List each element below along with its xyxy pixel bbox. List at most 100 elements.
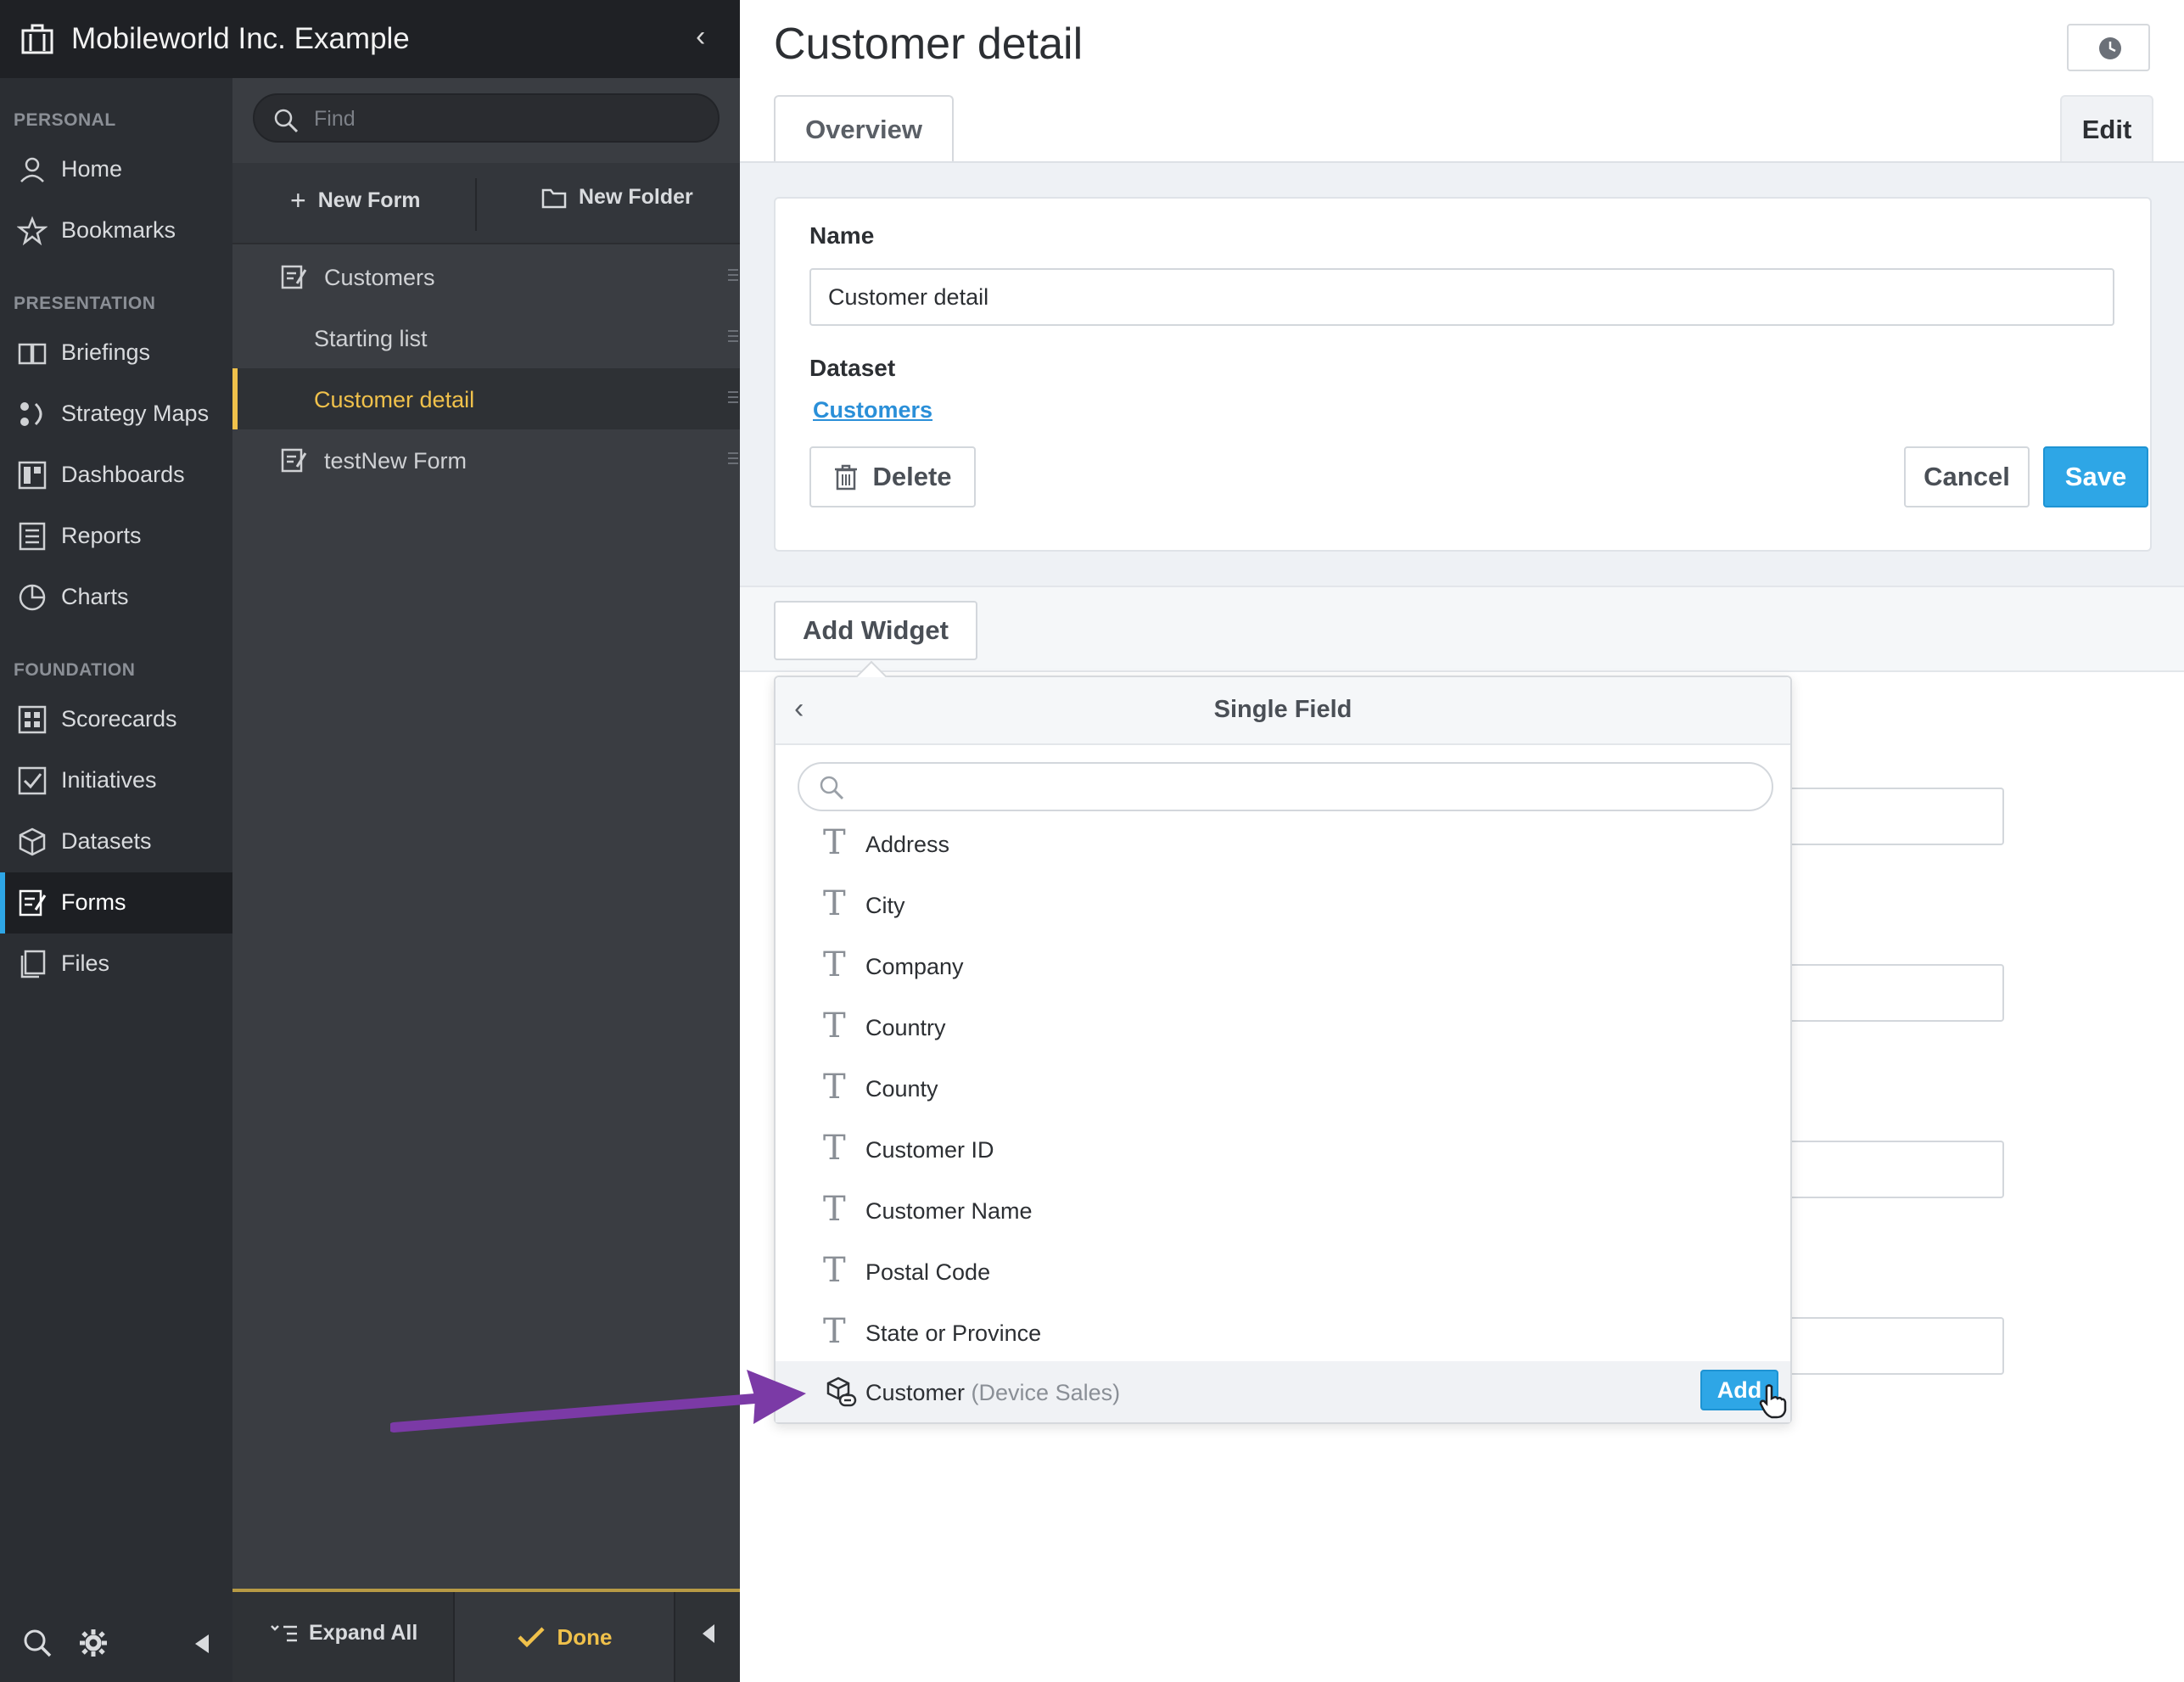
book-icon: [18, 343, 47, 365]
star-icon: [17, 216, 48, 246]
org-header: Mobileworld Inc. Example ‹: [0, 0, 740, 78]
field-item-company[interactable]: T Company: [776, 935, 1790, 996]
nav-item-label: Briefings: [61, 339, 151, 365]
tree-item-starting-list[interactable]: Starting list: [232, 307, 740, 368]
clock-icon: [2099, 37, 2121, 59]
main-nav: PERSONAL Home Bookmarks PRESENTATION Bri…: [0, 0, 232, 1682]
save-button[interactable]: Save: [2043, 446, 2148, 507]
field-item-label: Postal Code: [865, 1259, 991, 1285]
field-search-input[interactable]: [854, 771, 1753, 805]
nav-item-label: Bookmarks: [61, 217, 176, 243]
field-item-customer-related[interactable]: Customer (Device Sales): [776, 1361, 1790, 1422]
tab-edit[interactable]: Edit: [2060, 95, 2153, 163]
toolbar-divider: [475, 178, 477, 231]
nav-item-scorecards[interactable]: Scorecards: [0, 689, 232, 750]
single-field-popover: ‹ Single Field T Address T City T Compan…: [774, 676, 1792, 1424]
field-item-label: Company: [865, 954, 964, 979]
delete-button[interactable]: Delete: [809, 446, 976, 507]
nav-item-forms[interactable]: Forms: [0, 872, 232, 934]
nav-item-reports[interactable]: Reports: [0, 506, 232, 567]
text-type-icon: T: [823, 945, 846, 984]
tree-item-label: Customer detail: [314, 387, 475, 412]
nav-item-dashboards[interactable]: Dashboards: [0, 445, 232, 506]
drag-handle-icon[interactable]: [728, 387, 738, 407]
nav-section-personal: PERSONAL: [14, 110, 116, 130]
text-type-icon: T: [823, 884, 846, 923]
field-item-label: Customer (Device Sales): [865, 1380, 1120, 1406]
widget-input[interactable]: [1792, 1317, 2004, 1375]
dataset-link[interactable]: Customers: [813, 397, 932, 423]
popover-header: ‹ Single Field: [776, 677, 1790, 745]
add-widget-button[interactable]: Add Widget: [774, 601, 977, 660]
field-item-label: State or Province: [865, 1320, 1042, 1346]
collapse-panel-icon[interactable]: [701, 1623, 716, 1645]
field-item-customer-name[interactable]: T Customer Name: [776, 1180, 1790, 1241]
widget-input[interactable]: [1792, 964, 2004, 1022]
new-folder-button[interactable]: New Folder: [541, 185, 693, 210]
nav-item-label: Datasets: [61, 828, 152, 854]
nav-item-briefings[interactable]: Briefings: [0, 322, 232, 384]
popover-title: Single Field: [1213, 696, 1352, 723]
nav-item-label: Strategy Maps: [61, 401, 210, 426]
widget-input[interactable]: [1792, 1141, 2004, 1198]
tree-item-customer-detail[interactable]: Customer detail: [232, 368, 740, 429]
field-item-county[interactable]: T County: [776, 1057, 1790, 1119]
name-input[interactable]: [809, 268, 2114, 326]
gear-icon[interactable]: [78, 1628, 109, 1658]
drag-handle-icon[interactable]: [728, 448, 738, 468]
field-item-customer-id[interactable]: T Customer ID: [776, 1119, 1790, 1180]
related-dataset-name: (Device Sales): [971, 1380, 1121, 1405]
done-button[interactable]: Done: [453, 1592, 675, 1682]
name-label: Name: [809, 222, 875, 249]
widget-input[interactable]: [1792, 788, 2004, 845]
history-button[interactable]: [2067, 24, 2150, 71]
nav-item-home[interactable]: Home: [0, 139, 232, 200]
report-icon: [19, 522, 46, 551]
plus-icon: +: [290, 185, 306, 216]
main-content: Customer detail Overview Edit Name Datas…: [740, 0, 2184, 1682]
nav-item-charts[interactable]: Charts: [0, 567, 232, 628]
folder-icon: [541, 188, 567, 208]
field-item-state-or-province[interactable]: T State or Province: [776, 1302, 1790, 1363]
delete-label: Delete: [872, 462, 952, 491]
org-name: Mobileworld Inc. Example: [71, 22, 410, 55]
briefcase-icon: [21, 24, 53, 54]
text-type-icon: T: [823, 1312, 846, 1351]
nav-item-label: Scorecards: [61, 706, 177, 732]
drag-handle-icon[interactable]: [728, 326, 738, 346]
nav-item-label: Home: [61, 156, 123, 182]
nav-item-files[interactable]: Files: [0, 934, 232, 995]
field-item-label: Address: [865, 832, 950, 857]
tree-item-testnew-form[interactable]: testNew Form: [232, 429, 740, 491]
drag-handle-icon[interactable]: [728, 265, 738, 285]
expand-all-button[interactable]: Expand All: [270, 1621, 417, 1646]
nav-item-datasets[interactable]: Datasets: [0, 811, 232, 872]
find-input[interactable]: [314, 102, 704, 136]
nav-footer: [0, 1609, 232, 1682]
nav-item-strategy-maps[interactable]: Strategy Maps: [0, 384, 232, 445]
tab-overview[interactable]: Overview: [774, 95, 954, 163]
strategy-map-icon: [20, 402, 42, 426]
field-item-label: Customer Name: [865, 1198, 1033, 1224]
nav-item-bookmarks[interactable]: Bookmarks: [0, 200, 232, 261]
search-icon[interactable]: [22, 1628, 53, 1658]
field-item-city[interactable]: T City: [776, 874, 1790, 935]
collapse-nav-icon[interactable]: [193, 1633, 210, 1655]
new-form-button[interactable]: + New Form: [290, 185, 421, 216]
panel-footer: Expand All Done: [232, 1589, 740, 1682]
form-settings-card: Name Dataset Customers Delete Cancel Sav…: [774, 197, 2152, 552]
text-type-icon: T: [823, 823, 846, 862]
cancel-button[interactable]: Cancel: [1904, 446, 2030, 507]
nav-section-presentation: PRESENTATION: [14, 294, 156, 313]
tree-item-customers[interactable]: Customers: [232, 246, 740, 307]
field-item-address[interactable]: T Address: [776, 813, 1790, 874]
field-item-postal-code[interactable]: T Postal Code: [776, 1241, 1790, 1302]
nav-item-initiatives[interactable]: Initiatives: [0, 750, 232, 811]
text-type-icon: T: [823, 1251, 846, 1290]
nav-item-label: Files: [61, 950, 110, 976]
tree-item-label: Starting list: [314, 326, 428, 351]
field-item-country[interactable]: T Country: [776, 996, 1790, 1057]
chevron-left-icon[interactable]: ‹: [696, 20, 705, 53]
form-folder-icon: [281, 265, 307, 289]
text-type-icon: T: [823, 1190, 846, 1229]
